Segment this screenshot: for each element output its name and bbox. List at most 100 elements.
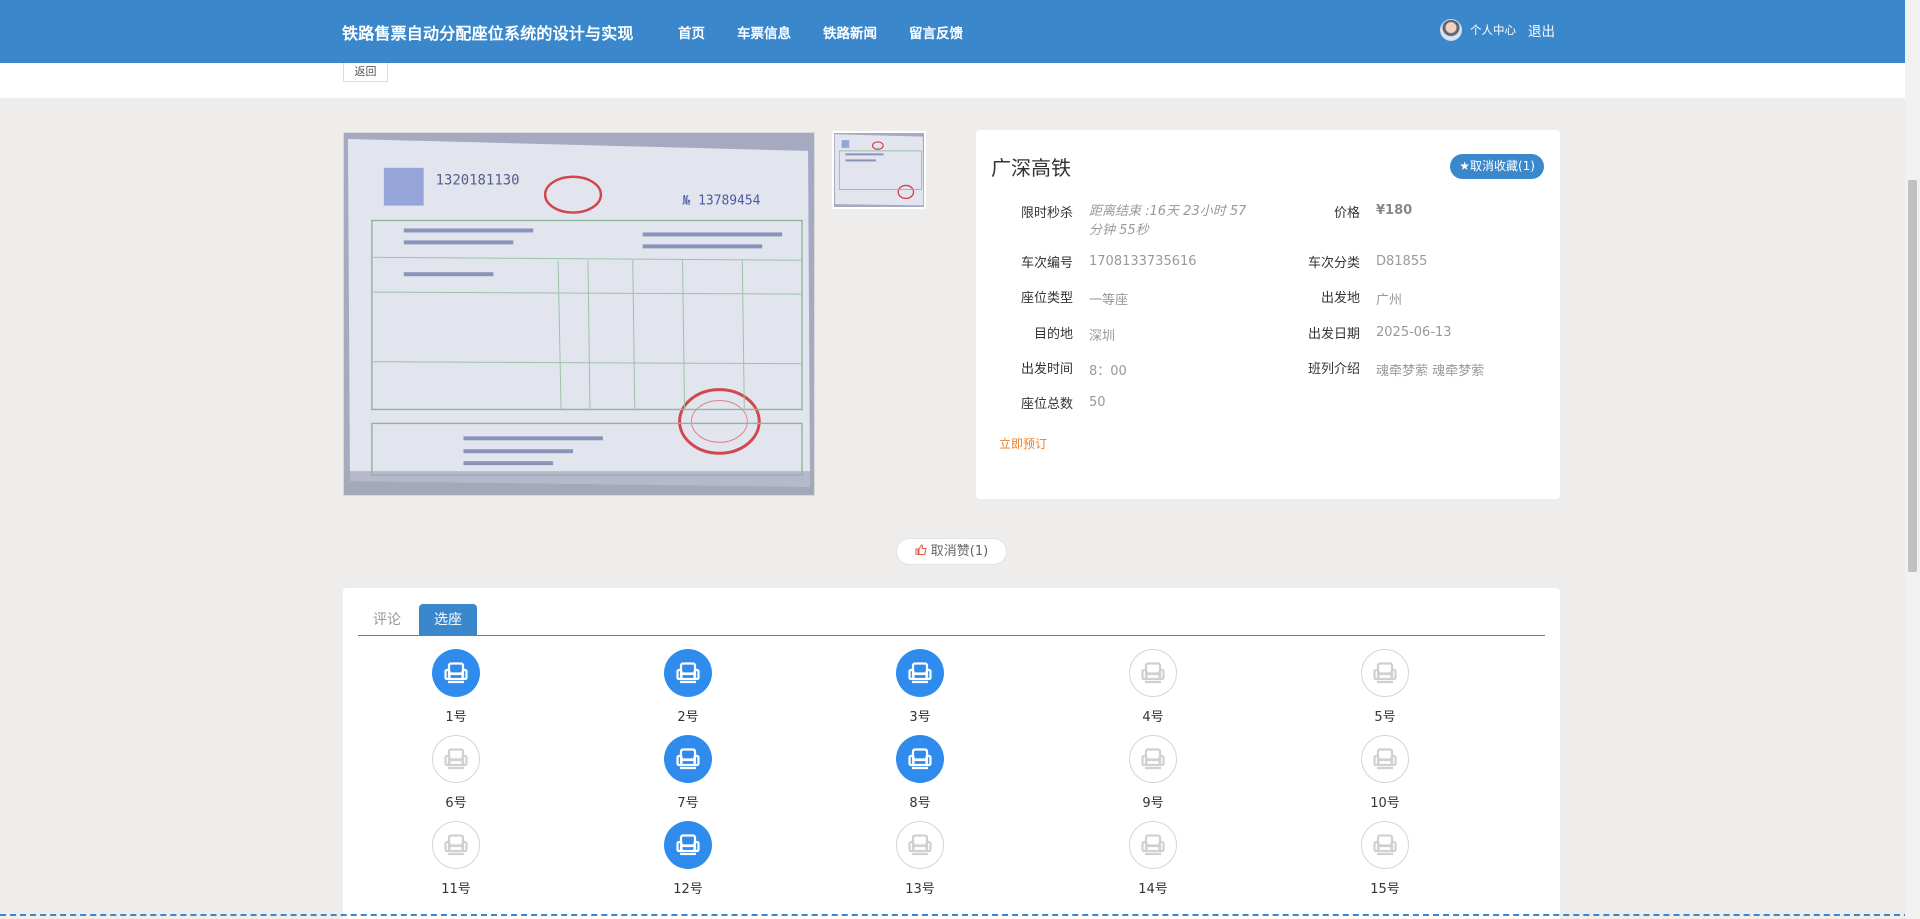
nav-home[interactable]: 首页	[678, 22, 705, 42]
seat-label: 2号	[677, 710, 699, 725]
seat-9[interactable]: 9号	[1123, 735, 1183, 811]
date-label: 出发日期	[1307, 327, 1360, 342]
unfavorite-button[interactable]: ★取消收藏(1)	[1450, 154, 1544, 179]
seat-11[interactable]: 11号	[426, 821, 486, 897]
scrollbar-thumb[interactable]	[1908, 180, 1917, 572]
bottom-dashed-line	[0, 914, 1920, 917]
departure-label: 出发地	[1320, 291, 1360, 306]
price-value: ¥180	[1376, 203, 1413, 218]
total-seats-label: 座位总数	[1020, 397, 1073, 412]
date-value: 2025-06-13	[1376, 325, 1452, 340]
receipt-photo: 1320181130 № 13789454	[344, 133, 814, 495]
back-button[interactable]: 返回	[343, 63, 388, 82]
seat-chair-icon	[896, 821, 944, 869]
train-no-value: 1708133735616	[1089, 254, 1197, 269]
seat-1[interactable]: 1号	[426, 649, 486, 725]
tab-seat-selection[interactable]: 选座	[419, 604, 477, 636]
seat-chair-icon	[1361, 735, 1409, 783]
top-navbar: 铁路售票自动分配座位系统的设计与实现 首页 车票信息 铁路新闻 留言反馈 个人中…	[0, 0, 1920, 63]
personal-center-link[interactable]: 个人中心	[1470, 22, 1516, 38]
product-main-image: 1320181130 № 13789454	[343, 132, 815, 496]
seat-chair-icon	[664, 649, 712, 697]
destination-label: 目的地	[1033, 327, 1073, 342]
departure-value: 广州	[1376, 293, 1403, 308]
seat-chair-icon	[1129, 821, 1177, 869]
seat-label: 13号	[905, 882, 935, 897]
seat-type-label: 座位类型	[1020, 291, 1073, 306]
seat-15[interactable]: 15号	[1355, 821, 1415, 897]
nav-tickets[interactable]: 车票信息	[737, 22, 791, 42]
ticket-detail-card: 广深高铁 ★取消收藏(1) 限时秒杀 距离结束 :16天 23小时 57分钟 5…	[976, 130, 1560, 499]
nav-feedback[interactable]: 留言反馈	[909, 22, 963, 42]
seat-12[interactable]: 12号	[658, 821, 718, 897]
product-thumbnail[interactable]	[832, 131, 926, 209]
svg-text:1320181130: 1320181130	[436, 173, 520, 189]
seat-chair-icon	[432, 649, 480, 697]
svg-text:№ 13789454: № 13789454	[683, 194, 761, 209]
seat-label: 12号	[673, 882, 703, 897]
seat-chair-icon	[432, 821, 480, 869]
seat-chair-icon	[1361, 649, 1409, 697]
seat-label: 10号	[1370, 796, 1400, 811]
seat-chair-icon	[1361, 821, 1409, 869]
flash-sale-label: 限时秒杀	[1020, 206, 1073, 221]
seat-chair-icon	[664, 821, 712, 869]
tab-bar: 评论 选座	[358, 604, 1545, 636]
seat-14[interactable]: 14号	[1123, 821, 1183, 897]
seat-8[interactable]: 8号	[890, 735, 950, 811]
seat-4[interactable]: 4号	[1123, 649, 1183, 725]
time-value: 8：00	[1089, 364, 1127, 379]
tabs-panel: 评论 选座 1号 2号 3号 4号 5号 6号 7号 8号 9号 10号 11号 12号 13号 14号 1…	[343, 588, 1560, 919]
seat-6[interactable]: 6号	[426, 735, 486, 811]
seat-label: 3号	[909, 710, 931, 725]
book-now-link[interactable]: 立即预订	[999, 435, 1047, 452]
seat-chair-icon	[896, 649, 944, 697]
seat-3[interactable]: 3号	[890, 649, 950, 725]
seat-label: 15号	[1370, 882, 1400, 897]
seat-label: 11号	[441, 882, 471, 897]
seat-label: 4号	[1142, 710, 1164, 725]
seat-label: 14号	[1138, 882, 1168, 897]
logout-link[interactable]: 退出	[1528, 20, 1555, 40]
time-label: 出发时间	[1020, 362, 1073, 377]
seat-label: 8号	[909, 796, 931, 811]
unlike-label: 取消赞(1)	[930, 544, 989, 559]
unlike-button[interactable]: 取消赞(1)	[896, 538, 1007, 565]
price-label: 价格	[1333, 206, 1360, 221]
category-label: 车次分类	[1307, 256, 1360, 271]
seat-chair-icon	[664, 735, 712, 783]
ticket-title: 广深高铁	[991, 156, 1071, 180]
sub-header-strip: 返回	[0, 63, 1905, 98]
seat-chair-icon	[1129, 735, 1177, 783]
seat-label: 6号	[445, 796, 467, 811]
seat-chair-icon	[1129, 649, 1177, 697]
intro-value: 魂牵梦萦 魂牵梦萦	[1376, 364, 1485, 379]
category-value: D81855	[1376, 254, 1428, 269]
thumbs-up-icon	[915, 539, 927, 564]
seat-label: 5号	[1374, 710, 1396, 725]
train-no-label: 车次编号	[1020, 256, 1073, 271]
seat-7[interactable]: 7号	[658, 735, 718, 811]
seat-2[interactable]: 2号	[658, 649, 718, 725]
seat-10[interactable]: 10号	[1355, 735, 1415, 811]
seat-label: 7号	[677, 796, 699, 811]
total-seats-value: 50	[1089, 395, 1106, 410]
seat-13[interactable]: 13号	[890, 821, 950, 897]
site-title[interactable]: 铁路售票自动分配座位系统的设计与实现	[342, 20, 634, 44]
seat-chair-icon	[896, 735, 944, 783]
seat-type-value: 一等座	[1089, 293, 1129, 308]
seat-label: 1号	[445, 710, 467, 725]
seat-chair-icon	[432, 735, 480, 783]
nav-news[interactable]: 铁路新闻	[823, 22, 877, 42]
avatar[interactable]	[1440, 19, 1462, 41]
seat-label: 9号	[1142, 796, 1164, 811]
main-nav: 首页 车票信息 铁路新闻 留言反馈	[678, 22, 995, 42]
user-area: 个人中心 退出	[1440, 19, 1555, 41]
intro-label: 班列介绍	[1307, 362, 1360, 377]
destination-value: 深圳	[1089, 329, 1116, 344]
tab-comment[interactable]: 评论	[358, 604, 416, 636]
vertical-scrollbar[interactable]	[1905, 0, 1920, 919]
flash-sale-countdown: 距离结束 :16天 23小时 57分钟 55秒	[1089, 204, 1247, 238]
thumbnail-photo	[834, 133, 924, 207]
seat-5[interactable]: 5号	[1355, 649, 1415, 725]
